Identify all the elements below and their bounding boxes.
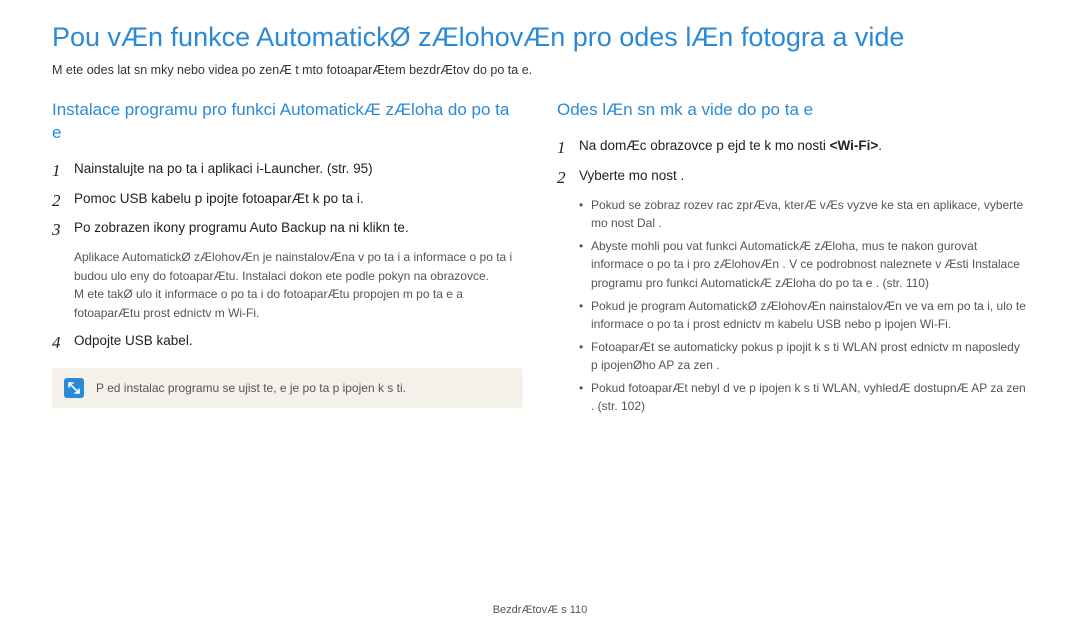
note-text: P ed instalac programu se ujist te, e je…	[96, 381, 406, 395]
left-column: Instalace programu pro funkci Automatick…	[52, 99, 523, 420]
left-step-4: 4 Odpojte USB kabel.	[52, 331, 523, 355]
info-icon	[64, 378, 84, 398]
step-number: 2	[557, 166, 579, 190]
step-number: 1	[557, 136, 579, 160]
left-steps: 1 Nainstalujte na po ta i aplikaci i-Lau…	[52, 159, 523, 409]
step-text: Odpojte USB kabel.	[74, 331, 523, 352]
step-text: Na domÆc obrazovce p ejd te k mo nosti <…	[579, 136, 1028, 157]
left-step-3: 3 Po zobrazen ikony programu Auto Backup…	[52, 218, 523, 242]
right-steps: 1 Na domÆc obrazovce p ejd te k mo nosti…	[557, 136, 1028, 416]
bullet-item: FotoaparÆt se automaticky pokus p ipojit…	[579, 338, 1028, 375]
left-step-2: 2 Pomoc USB kabelu p ipojte fotoaparÆt k…	[52, 189, 523, 213]
step-text-after: .	[878, 138, 882, 153]
page-title: Pou vÆn funkce AutomatickØ zÆlohovÆn pro…	[52, 22, 1028, 53]
step-text: Vyberte mo nost .	[579, 166, 1028, 187]
right-column: Odes lÆn sn mk a vide do po ta e 1 Na do…	[557, 99, 1028, 420]
step-text: Po zobrazen ikony programu Auto Backup n…	[74, 218, 523, 239]
step-text: Pomoc USB kabelu p ipojte fotoaparÆt k p…	[74, 189, 523, 210]
right-step-2: 2 Vyberte mo nost .	[557, 166, 1028, 190]
bullet-item: Pokud je program AutomatickØ zÆlohovÆn n…	[579, 297, 1028, 334]
step-number: 2	[52, 189, 74, 213]
intro-text: M ete odes lat sn mky nebo videa po zenÆ…	[52, 63, 1028, 77]
left-heading: Instalace programu pro funkci Automatick…	[52, 99, 523, 145]
left-step-1: 1 Nainstalujte na po ta i aplikaci i-Lau…	[52, 159, 523, 183]
right-step-2-bullets: Pokud se zobraz rozev rac zprÆva, kterÆ …	[579, 196, 1028, 417]
two-column-layout: Instalace programu pro funkci Automatick…	[52, 99, 1028, 420]
step-text: Nainstalujte na po ta i aplikaci i-Launc…	[74, 159, 523, 180]
page-footer: BezdrÆtovÆ s 110	[0, 604, 1080, 616]
info-note-box: P ed instalac programu se ujist te, e je…	[52, 368, 523, 408]
left-step-3-note: Aplikace AutomatickØ zÆlohovÆn je nainst…	[74, 248, 523, 322]
bullet-item: Abyste mohli pou vat funkci AutomatickÆ …	[579, 237, 1028, 293]
step-text-part1: Na domÆc obrazovce p ejd te k mo nosti	[579, 138, 826, 153]
right-heading: Odes lÆn sn mk a vide do po ta e	[557, 99, 1028, 122]
bullet-item: Pokud fotoaparÆt nebyl d ve p ipojen k s…	[579, 379, 1028, 416]
step-number: 4	[52, 331, 74, 355]
right-step-1: 1 Na domÆc obrazovce p ejd te k mo nosti…	[557, 136, 1028, 160]
step-text-bold: <Wi-Fi>	[830, 138, 879, 153]
step-number: 1	[52, 159, 74, 183]
bullet-item: Pokud se zobraz rozev rac zprÆva, kterÆ …	[579, 196, 1028, 233]
step-number: 3	[52, 218, 74, 242]
